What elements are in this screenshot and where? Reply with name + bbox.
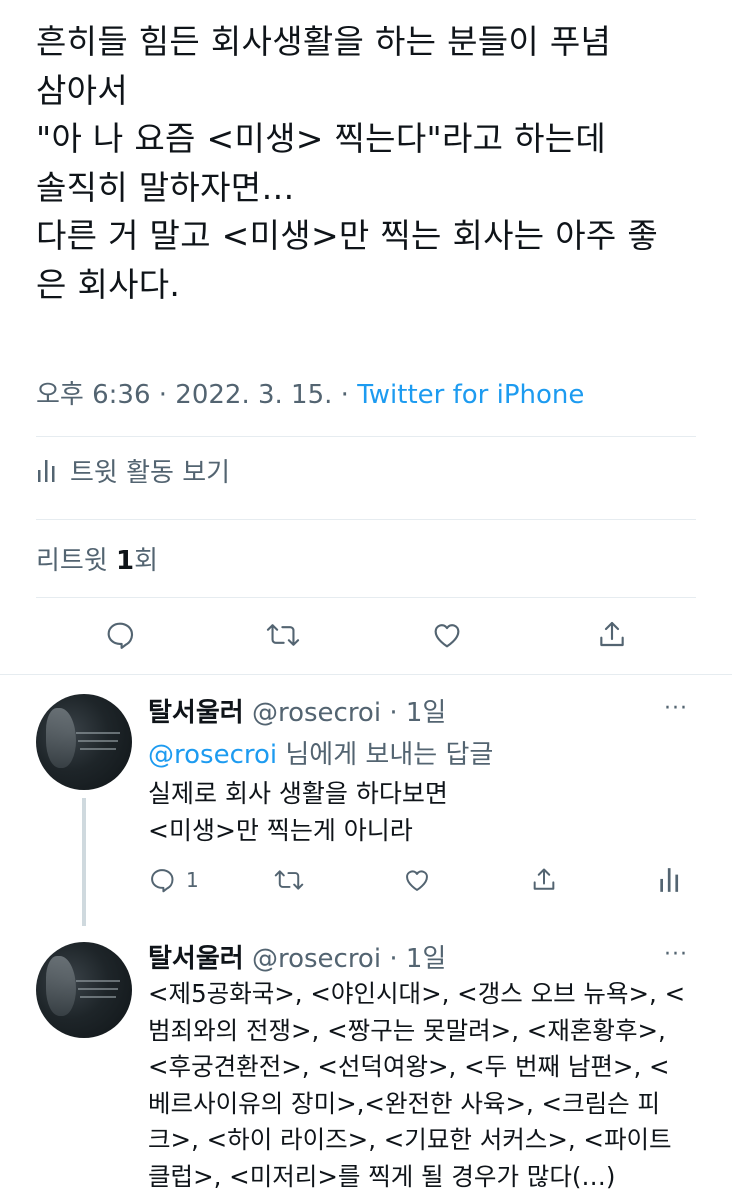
avatar-text-line: [80, 748, 116, 750]
retweet-arrows-icon: [274, 870, 304, 890]
reply-line: <제5공화국>, <야인시대>, <갱스 오브 뉴욕>, <: [148, 979, 686, 1008]
reply-text: 실제로 회사 생활을 하다보면 <미생>만 찍는게 아니라: [148, 776, 448, 849]
cat-silhouette: [46, 708, 76, 768]
retweet-number: 1: [116, 546, 135, 576]
reply-line: 클럽>, <미저리>를 찍게 될 경우가 많다(…): [148, 1161, 616, 1191]
reply-button[interactable]: [100, 610, 140, 660]
avatar[interactable]: [36, 694, 132, 790]
tweet-line: "아 나 요즘 <미생> 찍는다"라고 하는데: [36, 119, 607, 158]
reply-text: <제5공화국>, <야인시대>, <갱스 오브 뉴욕>, < 범죄와의 전쟁>,…: [148, 976, 685, 1195]
reply-author-name[interactable]: 탈서울러: [148, 698, 244, 728]
retweet-button[interactable]: [263, 610, 303, 660]
retweet-count[interactable]: 리트윗 1회: [36, 540, 158, 577]
reply-line: 크>, <하이 라이즈>, <기묘한 서커스>, <파이트: [148, 1125, 672, 1154]
reply-line: <미생>만 찍는게 아니라: [148, 815, 413, 845]
avatar[interactable]: [36, 942, 132, 1038]
divider: [36, 436, 696, 437]
tweet-meta: 오후 6:36 · 2022. 3. 15. · Twitter for iPh…: [36, 374, 584, 411]
like-button[interactable]: [427, 610, 467, 660]
reply-action-bar: 1: [0, 860, 732, 900]
share-upload-icon: [600, 621, 624, 647]
avatar-text-line: [80, 996, 116, 998]
avatar-text-line: [78, 988, 118, 990]
avatar-text-line: [76, 732, 120, 734]
tweet-timestamp[interactable]: 오후 6:36 · 2022. 3. 15. ·: [36, 380, 357, 410]
reply-line: 베르사이유의 장미>,<완전한 사육>, <크림슨 피: [148, 1088, 661, 1118]
retweet-button[interactable]: [274, 860, 304, 900]
tweet-action-bar: [0, 610, 732, 660]
tweet-text: 흔히들 힘든 회사생활을 하는 분들이 푸념 삼아서 "아 나 요즘 <미생> …: [36, 18, 716, 309]
reply-author-name[interactable]: 탈서울러: [148, 944, 244, 974]
heart-icon: [434, 624, 460, 648]
heart-icon: [406, 870, 428, 891]
replying-to-text: 님에게 보내는 답글: [277, 740, 494, 770]
tweet-line: 삼아서: [36, 70, 128, 110]
divider: [36, 519, 696, 520]
divider: [36, 597, 696, 598]
reply-count: 1: [186, 868, 199, 892]
replying-to: @rosecroi 님에게 보내는 답글: [148, 734, 493, 771]
tweet-activity-link[interactable]: 트윗 활동 보기: [36, 452, 230, 489]
more-options-icon[interactable]: ···: [664, 696, 688, 721]
cat-silhouette: [46, 956, 76, 1016]
bar-chart-icon: [660, 868, 679, 892]
reply-button[interactable]: 1: [148, 860, 199, 900]
tweet-activity-label: 트윗 활동 보기: [70, 458, 231, 488]
retweet-suffix: 회: [134, 546, 159, 576]
tweet-line: 솔직히 말하자면…: [36, 167, 295, 207]
section-divider: [0, 674, 732, 675]
reply-line: <후궁견환전>, <선덕여왕>, <두 번째 남편>, <: [148, 1052, 670, 1081]
share-button[interactable]: [592, 610, 632, 660]
tweet-line: 은 회사다.: [36, 264, 181, 304]
bar-chart-icon: [38, 459, 55, 482]
reply-line: 실제로 회사 생활을 하다보면: [148, 779, 448, 808]
share-button[interactable]: [530, 860, 558, 900]
reply-author-handle[interactable]: @rosecroi · 1일: [244, 698, 446, 728]
speech-bubble-icon: [107, 622, 134, 649]
avatar-text-line: [76, 980, 120, 982]
more-options-icon[interactable]: ···: [664, 942, 688, 967]
reply-header: 탈서울러 @rosecroi · 1일: [148, 938, 446, 975]
share-upload-icon: [533, 868, 555, 890]
replying-to-handle[interactable]: @rosecroi: [148, 740, 277, 770]
tweet-line: 다른 거 말고 <미생>만 찍는 회사는 아주 좋: [36, 216, 658, 255]
speech-bubble-icon: [151, 869, 174, 893]
tweet-line: 흔히들 힘든 회사생활을 하는 분들이 푸념: [36, 22, 612, 61]
reply-header: 탈서울러 @rosecroi · 1일: [148, 692, 446, 729]
tweet-source-link[interactable]: Twitter for iPhone: [357, 380, 584, 410]
reply-author-handle[interactable]: @rosecroi · 1일: [244, 944, 446, 974]
avatar-text-line: [78, 740, 118, 742]
analytics-button[interactable]: [658, 860, 682, 900]
retweet-prefix: 리트윗: [36, 546, 117, 576]
reply-line: 범죄와의 전쟁>, <짱구는 못말려>, <재혼황후>,: [148, 1015, 666, 1045]
like-button[interactable]: [402, 860, 432, 900]
retweet-arrows-icon: [266, 624, 300, 646]
